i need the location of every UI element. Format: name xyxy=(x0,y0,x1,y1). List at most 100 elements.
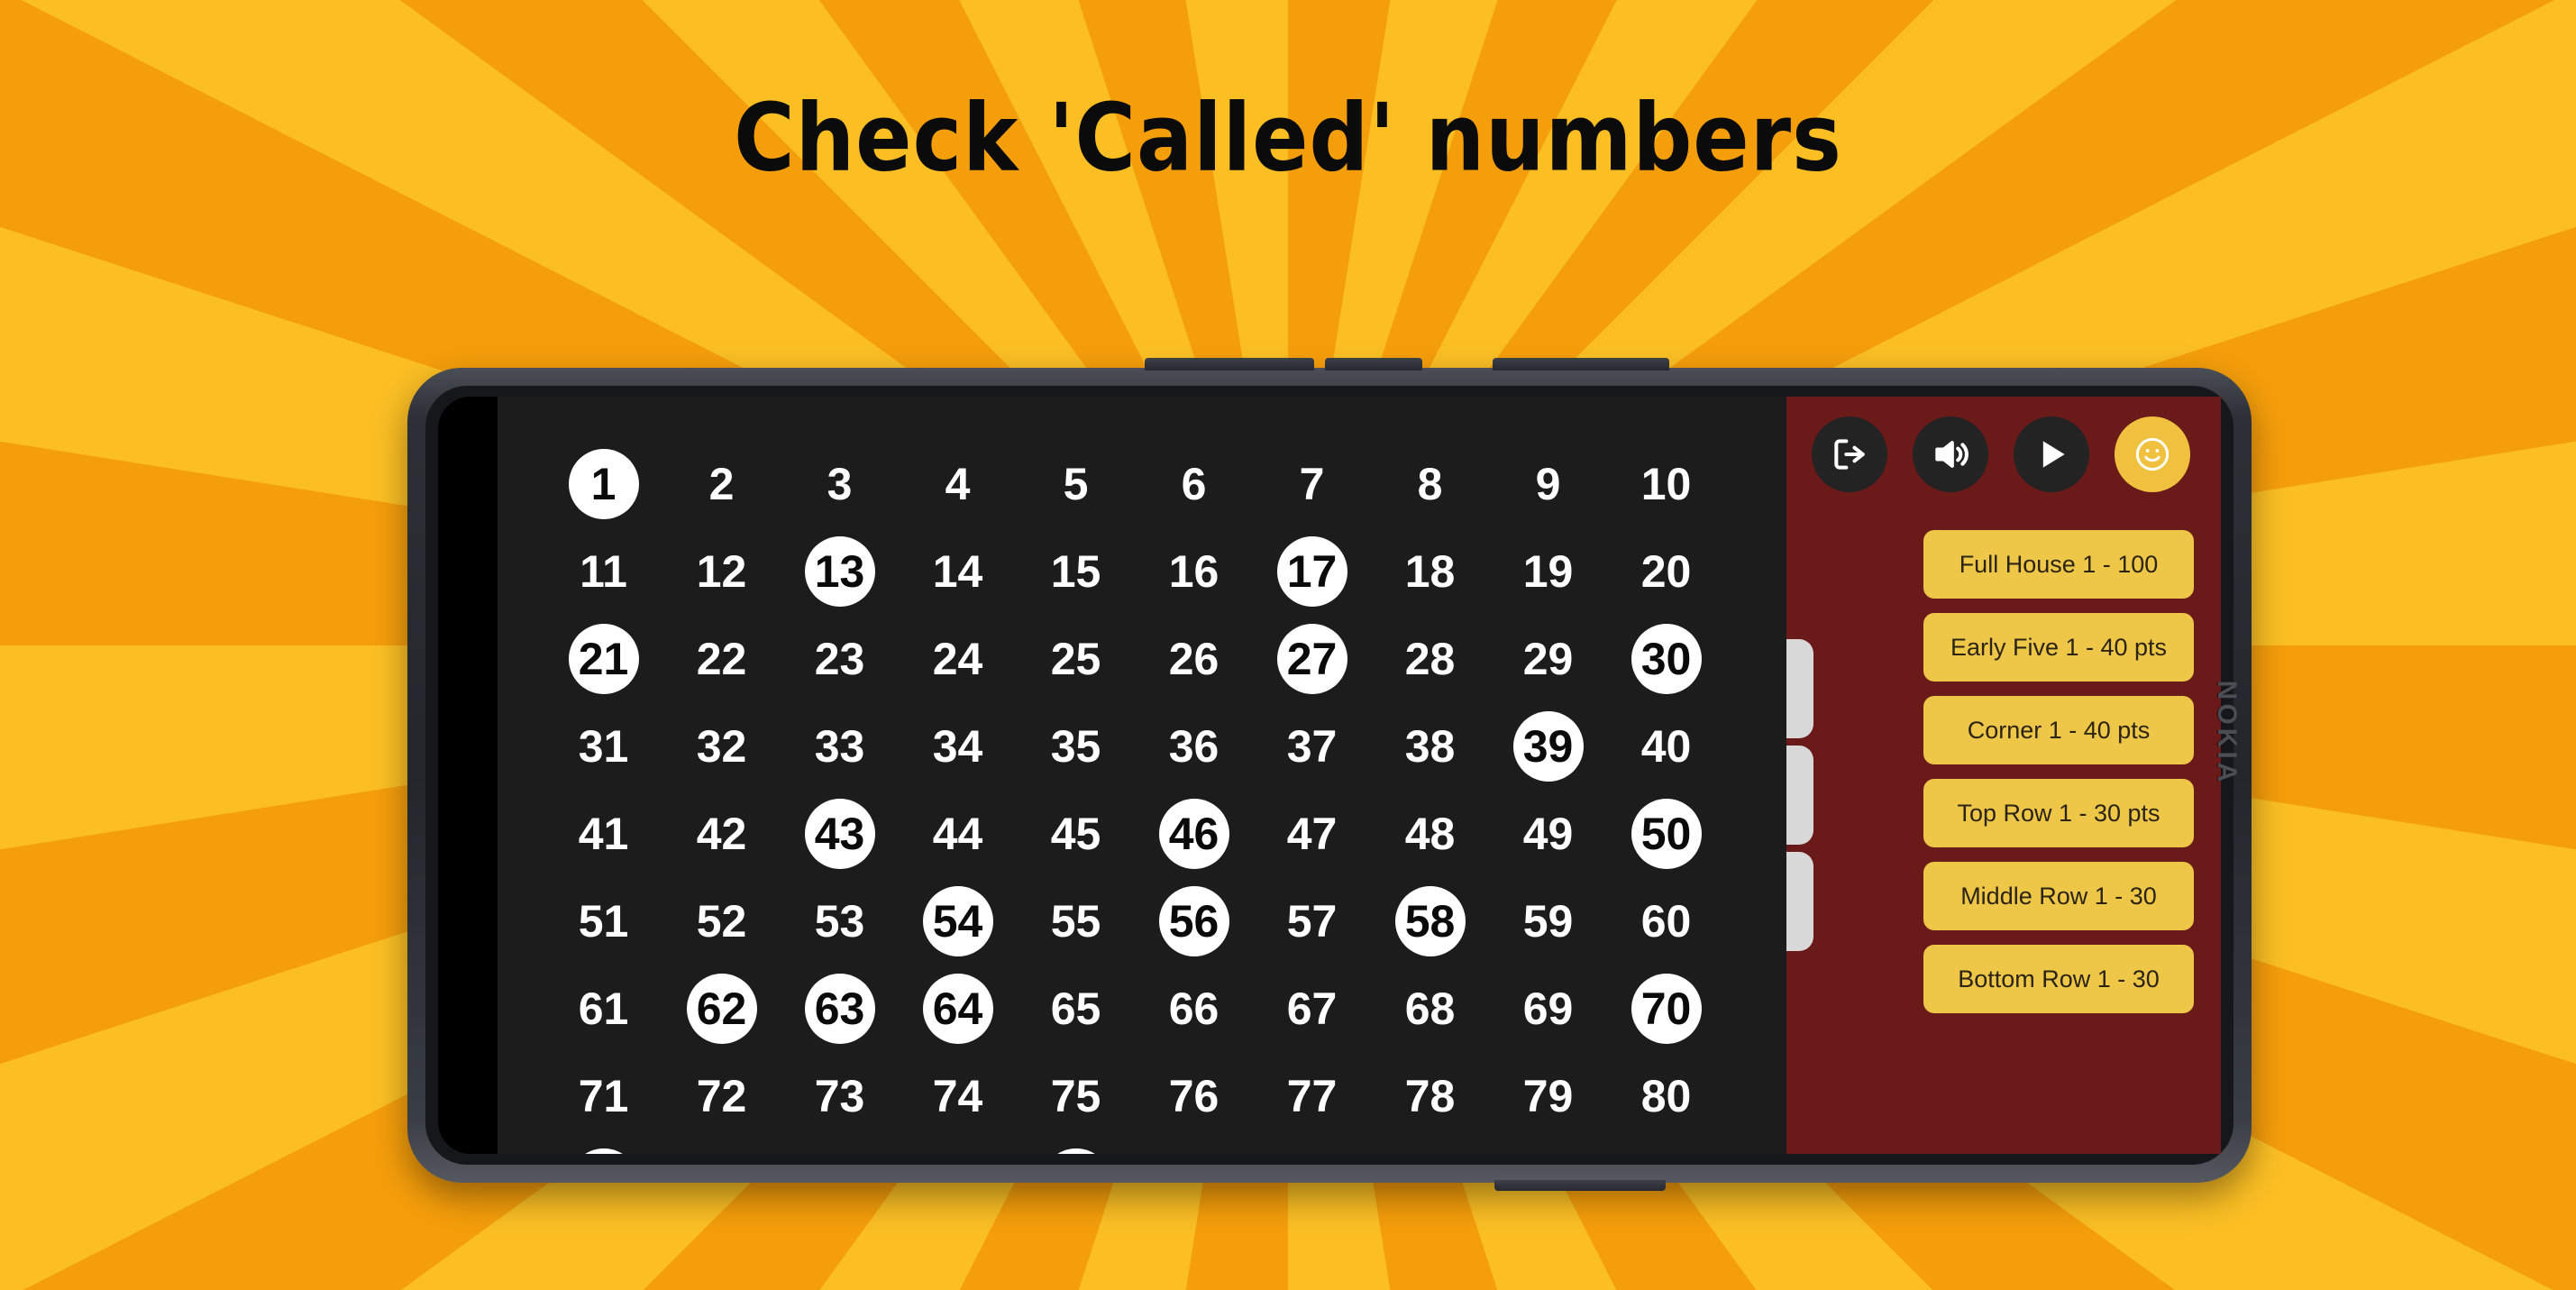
called-number-cell[interactable]: 87 xyxy=(1253,1139,1371,1154)
called-number-cell[interactable]: 48 xyxy=(1371,790,1489,877)
called-number-cell[interactable]: 75 xyxy=(1017,1052,1135,1139)
prize-button[interactable]: Bottom Row 1 - 30 xyxy=(1923,945,2194,1013)
called-number-cell[interactable]: 3 xyxy=(781,440,899,527)
called-number-cell[interactable]: 60 xyxy=(1607,877,1725,965)
called-number-cell[interactable]: 24 xyxy=(899,615,1017,702)
prize-button[interactable]: Full House 1 - 100 xyxy=(1923,530,2194,599)
prize-button[interactable]: Top Row 1 - 30 pts xyxy=(1923,779,2194,847)
called-number-cell[interactable]: 44 xyxy=(899,790,1017,877)
called-number-cell[interactable]: 77 xyxy=(1253,1052,1371,1139)
called-number-cell[interactable]: 55 xyxy=(1017,877,1135,965)
called-number-cell[interactable]: 5 xyxy=(1017,440,1135,527)
called-number-cell[interactable]: 47 xyxy=(1253,790,1371,877)
called-number-cell[interactable]: 63 xyxy=(781,965,899,1052)
called-number-cell[interactable]: 82 xyxy=(662,1139,781,1154)
prize-button[interactable]: Early Five 1 - 40 pts xyxy=(1923,613,2194,682)
called-number-cell[interactable]: 30 xyxy=(1607,615,1725,702)
called-number-cell[interactable]: 61 xyxy=(544,965,662,1052)
called-number-cell[interactable]: 14 xyxy=(899,527,1017,615)
called-number-cell[interactable]: 41 xyxy=(544,790,662,877)
called-number-cell[interactable]: 84 xyxy=(899,1139,1017,1154)
called-number-cell[interactable]: 12 xyxy=(662,527,781,615)
called-number-cell[interactable]: 46 xyxy=(1135,790,1253,877)
called-number-cell[interactable]: 25 xyxy=(1017,615,1135,702)
called-number-cell[interactable]: 28 xyxy=(1371,615,1489,702)
called-number-cell[interactable]: 8 xyxy=(1371,440,1489,527)
called-number-cell[interactable]: 37 xyxy=(1253,702,1371,790)
called-number-cell[interactable]: 86 xyxy=(1135,1139,1253,1154)
called-number-cell[interactable]: 57 xyxy=(1253,877,1371,965)
called-number-cell[interactable]: 76 xyxy=(1135,1052,1253,1139)
called-number-cell[interactable]: 83 xyxy=(781,1139,899,1154)
called-number-cell[interactable]: 90 xyxy=(1607,1139,1725,1154)
called-number-cell[interactable]: 62 xyxy=(662,965,781,1052)
called-number-cell[interactable]: 54 xyxy=(899,877,1017,965)
called-number-cell[interactable]: 2 xyxy=(662,440,781,527)
called-number-cell[interactable]: 51 xyxy=(544,877,662,965)
called-number-cell[interactable]: 65 xyxy=(1017,965,1135,1052)
emoji-button[interactable] xyxy=(2115,416,2190,492)
called-number-cell[interactable]: 16 xyxy=(1135,527,1253,615)
called-number-cell[interactable]: 49 xyxy=(1489,790,1607,877)
called-number-cell[interactable]: 58 xyxy=(1371,877,1489,965)
called-number-cell[interactable]: 56 xyxy=(1135,877,1253,965)
called-number-cell[interactable]: 39 xyxy=(1489,702,1607,790)
called-number-cell[interactable]: 79 xyxy=(1489,1052,1607,1139)
called-number-cell[interactable]: 89 xyxy=(1489,1139,1607,1154)
called-number-cell[interactable]: 80 xyxy=(1607,1052,1725,1139)
called-number-cell[interactable]: 71 xyxy=(544,1052,662,1139)
called-number-cell[interactable]: 38 xyxy=(1371,702,1489,790)
called-number-cell[interactable]: 72 xyxy=(662,1052,781,1139)
called-number-cell[interactable]: 69 xyxy=(1489,965,1607,1052)
called-number-cell[interactable]: 59 xyxy=(1489,877,1607,965)
prize-button[interactable]: Corner 1 - 40 pts xyxy=(1923,696,2194,764)
called-number-cell[interactable]: 10 xyxy=(1607,440,1725,527)
called-number-cell[interactable]: 33 xyxy=(781,702,899,790)
called-number-cell[interactable]: 31 xyxy=(544,702,662,790)
called-number-cell[interactable]: 66 xyxy=(1135,965,1253,1052)
called-number-cell[interactable]: 45 xyxy=(1017,790,1135,877)
called-number-cell[interactable]: 17 xyxy=(1253,527,1371,615)
called-number-cell[interactable]: 18 xyxy=(1371,527,1489,615)
prize-button[interactable]: Middle Row 1 - 30 xyxy=(1923,862,2194,930)
called-number-cell[interactable]: 64 xyxy=(899,965,1017,1052)
called-number-cell[interactable]: 21 xyxy=(544,615,662,702)
called-number-cell[interactable]: 20 xyxy=(1607,527,1725,615)
volume-down-button[interactable] xyxy=(1325,358,1422,371)
called-number-cell[interactable]: 78 xyxy=(1371,1052,1489,1139)
exit-button[interactable] xyxy=(1812,416,1887,492)
called-number-cell[interactable]: 67 xyxy=(1253,965,1371,1052)
called-number-cell[interactable]: 68 xyxy=(1371,965,1489,1052)
called-number-cell[interactable]: 32 xyxy=(662,702,781,790)
called-number-cell[interactable]: 26 xyxy=(1135,615,1253,702)
called-number-cell[interactable]: 40 xyxy=(1607,702,1725,790)
called-number-cell[interactable]: 81 xyxy=(544,1139,662,1154)
called-number-cell[interactable]: 85 xyxy=(1017,1139,1135,1154)
called-number-cell[interactable]: 7 xyxy=(1253,440,1371,527)
called-number-cell[interactable]: 74 xyxy=(899,1052,1017,1139)
called-number-cell[interactable]: 27 xyxy=(1253,615,1371,702)
called-number-cell[interactable]: 29 xyxy=(1489,615,1607,702)
called-number-cell[interactable]: 35 xyxy=(1017,702,1135,790)
called-number-cell[interactable]: 19 xyxy=(1489,527,1607,615)
called-number-cell[interactable]: 43 xyxy=(781,790,899,877)
called-number-cell[interactable]: 1 xyxy=(544,440,662,527)
called-number-cell[interactable]: 9 xyxy=(1489,440,1607,527)
called-number-cell[interactable]: 53 xyxy=(781,877,899,965)
volume-button[interactable] xyxy=(1913,416,1988,492)
called-number-cell[interactable]: 73 xyxy=(781,1052,899,1139)
called-number-cell[interactable]: 52 xyxy=(662,877,781,965)
power-button[interactable] xyxy=(1493,358,1669,371)
called-number-cell[interactable]: 6 xyxy=(1135,440,1253,527)
called-number-cell[interactable]: 22 xyxy=(662,615,781,702)
called-number-cell[interactable]: 11 xyxy=(544,527,662,615)
play-button[interactable] xyxy=(2014,416,2089,492)
volume-up-button[interactable] xyxy=(1145,358,1314,371)
called-number-cell[interactable]: 4 xyxy=(899,440,1017,527)
called-number-cell[interactable]: 42 xyxy=(662,790,781,877)
called-number-cell[interactable]: 50 xyxy=(1607,790,1725,877)
called-number-cell[interactable]: 88 xyxy=(1371,1139,1489,1154)
called-numbers-grid[interactable]: 1 2 3 4 5 6 7 8 9 10 11 12 13 14 15 16 17 18 19 20 21 22 23 24 2… xyxy=(544,440,1725,1154)
called-number-cell[interactable]: 70 xyxy=(1607,965,1725,1052)
called-number-cell[interactable]: 36 xyxy=(1135,702,1253,790)
